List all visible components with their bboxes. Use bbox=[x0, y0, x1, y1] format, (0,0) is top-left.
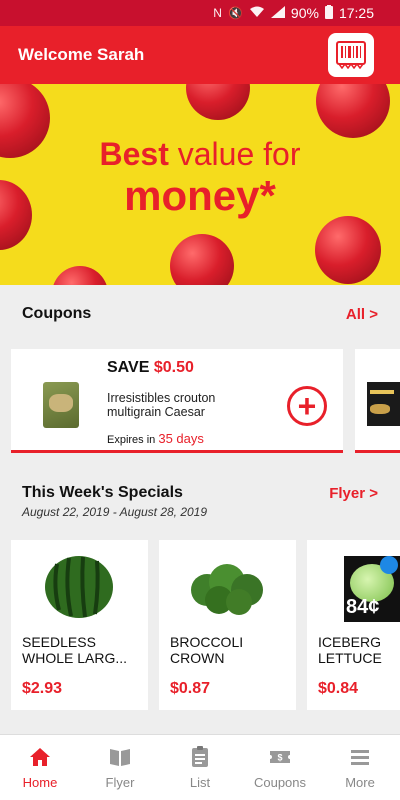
nav-flyer[interactable]: Flyer bbox=[80, 735, 160, 800]
product-card[interactable]: BROCCOLI CROWN $0.87 bbox=[159, 540, 296, 710]
bottom-navigation: Home Flyer List $ Coupons More bbox=[0, 734, 400, 800]
specials-title: This Week's Specials bbox=[22, 484, 183, 501]
barcode-button[interactable] bbox=[328, 33, 374, 77]
nav-home[interactable]: Home bbox=[0, 735, 80, 800]
nav-label: Coupons bbox=[253, 775, 307, 790]
coupon-card[interactable]: SAVE $0.50 Irresistibles crouton multigr… bbox=[11, 349, 343, 453]
nav-list[interactable]: List bbox=[160, 735, 240, 800]
apple-image bbox=[315, 216, 381, 284]
product-price: $2.93 bbox=[22, 680, 63, 697]
mute-icon: 🔇 bbox=[227, 6, 243, 20]
product-price: $0.84 bbox=[318, 680, 359, 697]
product-name: SEEDLESS WHOLE LARG... bbox=[22, 634, 128, 666]
battery-level: 90% bbox=[290, 5, 319, 21]
clock: 17:25 bbox=[338, 5, 374, 21]
add-coupon-button[interactable]: + bbox=[287, 386, 327, 426]
apple-image bbox=[52, 266, 108, 285]
nav-label: More bbox=[345, 775, 375, 790]
product-price: $0.87 bbox=[170, 680, 211, 697]
apple-image bbox=[316, 84, 390, 138]
broccoli-image bbox=[191, 564, 263, 615]
banner-headline: Best value for bbox=[99, 136, 301, 172]
menu-icon bbox=[351, 750, 369, 765]
product-name: ICEBERG LETTUCE bbox=[318, 634, 382, 666]
specials-header: This Week's Specials Flyer > bbox=[22, 484, 378, 502]
flyer-icon bbox=[110, 749, 130, 766]
nav-coupons[interactable]: $ Coupons bbox=[240, 735, 320, 800]
coupons-title: Coupons bbox=[22, 305, 92, 322]
nav-label: List bbox=[189, 775, 211, 790]
product-card[interactable]: 84¢ ICEBERG LETTUCE $0.84 bbox=[307, 540, 400, 710]
battery-icon bbox=[324, 4, 333, 22]
svg-text:$: $ bbox=[277, 753, 282, 763]
product-card[interactable]: SEEDLESS WHOLE LARG... $2.93 bbox=[11, 540, 148, 710]
apple-image bbox=[170, 234, 234, 285]
coupon-savings: SAVE $0.50 bbox=[107, 359, 194, 376]
plus-icon: + bbox=[297, 388, 317, 424]
welcome-title: Welcome Sarah bbox=[18, 45, 145, 64]
coupon-expiry: Expires in 35 days bbox=[107, 431, 204, 446]
crouton-product-image bbox=[43, 382, 79, 428]
banner-subheadline: money* bbox=[124, 172, 276, 219]
list-icon bbox=[192, 746, 208, 767]
nav-label: Home bbox=[22, 775, 58, 790]
coupons-icon: $ bbox=[270, 751, 290, 763]
nfc-icon: N bbox=[213, 6, 222, 20]
apple-image bbox=[186, 84, 250, 120]
barcode-icon bbox=[336, 41, 366, 69]
promo-banner[interactable]: Best value for money* bbox=[0, 84, 400, 285]
coupons-header: Coupons All > bbox=[22, 305, 378, 323]
home-icon bbox=[30, 748, 50, 766]
flyer-link[interactable]: Flyer > bbox=[329, 485, 378, 502]
coupon-card[interactable] bbox=[355, 349, 400, 453]
coupon-description: Irresistibles crouton multigrain Caesar bbox=[107, 391, 216, 419]
lettuce-image: 84¢ bbox=[344, 556, 400, 622]
status-bar: N 🔇 90% 17:25 bbox=[0, 0, 400, 26]
wifi-icon bbox=[249, 6, 265, 21]
all-coupons-link[interactable]: All > bbox=[346, 306, 378, 323]
nav-label: Flyer bbox=[105, 775, 135, 790]
app-header: Welcome Sarah bbox=[0, 26, 400, 84]
nav-more[interactable]: More bbox=[320, 735, 400, 800]
watermelon-image bbox=[45, 556, 113, 618]
signal-icon bbox=[270, 5, 285, 21]
product-name: BROCCOLI CROWN bbox=[170, 634, 244, 666]
product-box-image bbox=[367, 382, 400, 426]
specials-date-range: August 22, 2019 - August 28, 2019 bbox=[22, 505, 208, 519]
price-badge: 84¢ bbox=[346, 596, 380, 618]
